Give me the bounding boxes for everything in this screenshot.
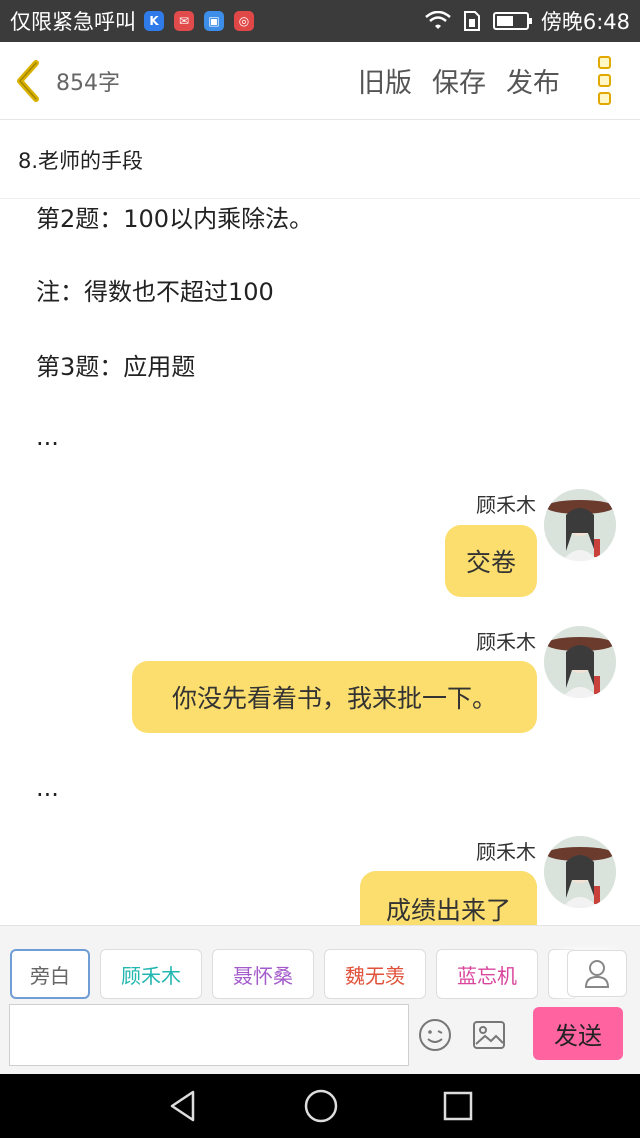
narration-line: 第2题：100以内乘除法。 (36, 205, 314, 233)
character-manager-button[interactable] (567, 950, 627, 997)
clock: 傍晚6:48 (540, 10, 630, 34)
message-input[interactable] (9, 1004, 409, 1066)
chevron-left-icon (17, 59, 39, 102)
back-nav-icon[interactable] (167, 1089, 199, 1123)
narration-line: 注：得数也不超过100 (36, 278, 274, 306)
more-dot-icon (597, 74, 611, 87)
avatar[interactable] (544, 489, 616, 561)
message-sender: 顾禾木 (476, 493, 536, 517)
person-icon (584, 959, 610, 988)
recents-nav-icon[interactable] (443, 1091, 473, 1121)
message-bubble[interactable]: 你没先看着书，我来批一下。 (132, 661, 537, 733)
gallery-icon: ▣ (204, 11, 224, 31)
system-nav-bar (0, 1074, 640, 1138)
battery-icon (492, 12, 532, 30)
message-bubble[interactable]: 交卷 (445, 525, 537, 597)
message-sender: 顾禾木 (476, 840, 536, 864)
wifi-icon (425, 11, 451, 29)
role-tab-wei-wuxian[interactable]: 魏无羡 (324, 949, 426, 999)
narration-line: 第3题：应用题 (36, 353, 196, 381)
role-tab-nie-huaisang[interactable]: 聂怀桑 (212, 949, 314, 999)
carrier-text: 仅限紧急呼叫 (10, 10, 136, 34)
avatar[interactable] (544, 626, 616, 698)
send-button[interactable]: 发送 (533, 1007, 623, 1060)
role-tab-narrator[interactable]: 旁白 (10, 949, 90, 999)
back-button[interactable] (0, 42, 56, 120)
more-menu-button[interactable] (584, 42, 624, 120)
old-version-button[interactable]: 旧版 (358, 61, 412, 100)
message-sender: 顾禾木 (476, 630, 536, 654)
chapter-title[interactable]: 8.老师的手段 (0, 121, 640, 199)
app-screen: 仅限紧急呼叫 K ✉ ▣ ◎ 傍晚6:48 854字 旧版 保存 发布 8.老师… (0, 0, 640, 1138)
image-button[interactable] (471, 1017, 507, 1053)
role-tab-lan-wangji[interactable]: 蓝忘机 (436, 949, 538, 999)
more-dot-icon (597, 56, 611, 69)
more-dot-icon (597, 92, 611, 105)
k-app-icon: K (144, 11, 164, 31)
word-count: 854字 (56, 70, 120, 96)
story-content[interactable]: 第2题：100以内乘除法。 注：得数也不超过100 第3题：应用题 ... 顾禾… (0, 199, 640, 925)
narration-line: ... (36, 774, 59, 802)
composer-panel: 旁白 顾禾木 聂怀桑 魏无羡 蓝忘机 发送 (0, 925, 640, 1074)
avatar[interactable] (544, 836, 616, 908)
message-bubble[interactable]: 成绩出来了 (360, 871, 537, 925)
sim-icon (463, 11, 480, 31)
app-icon: ◎ (234, 11, 254, 31)
publish-button[interactable]: 发布 (506, 61, 560, 100)
editor-toolbar: 854字 旧版 保存 发布 (0, 42, 640, 120)
role-tab-gu-hemu[interactable]: 顾禾木 (100, 949, 202, 999)
status-bar: 仅限紧急呼叫 K ✉ ▣ ◎ 傍晚6:48 (0, 0, 640, 42)
narration-line: ... (36, 423, 59, 451)
emoji-button[interactable] (417, 1017, 453, 1053)
save-button[interactable]: 保存 (432, 61, 486, 100)
smiley-icon (419, 1019, 451, 1051)
image-icon (473, 1021, 505, 1049)
mail-icon: ✉ (174, 11, 194, 31)
home-nav-icon[interactable] (304, 1089, 338, 1123)
